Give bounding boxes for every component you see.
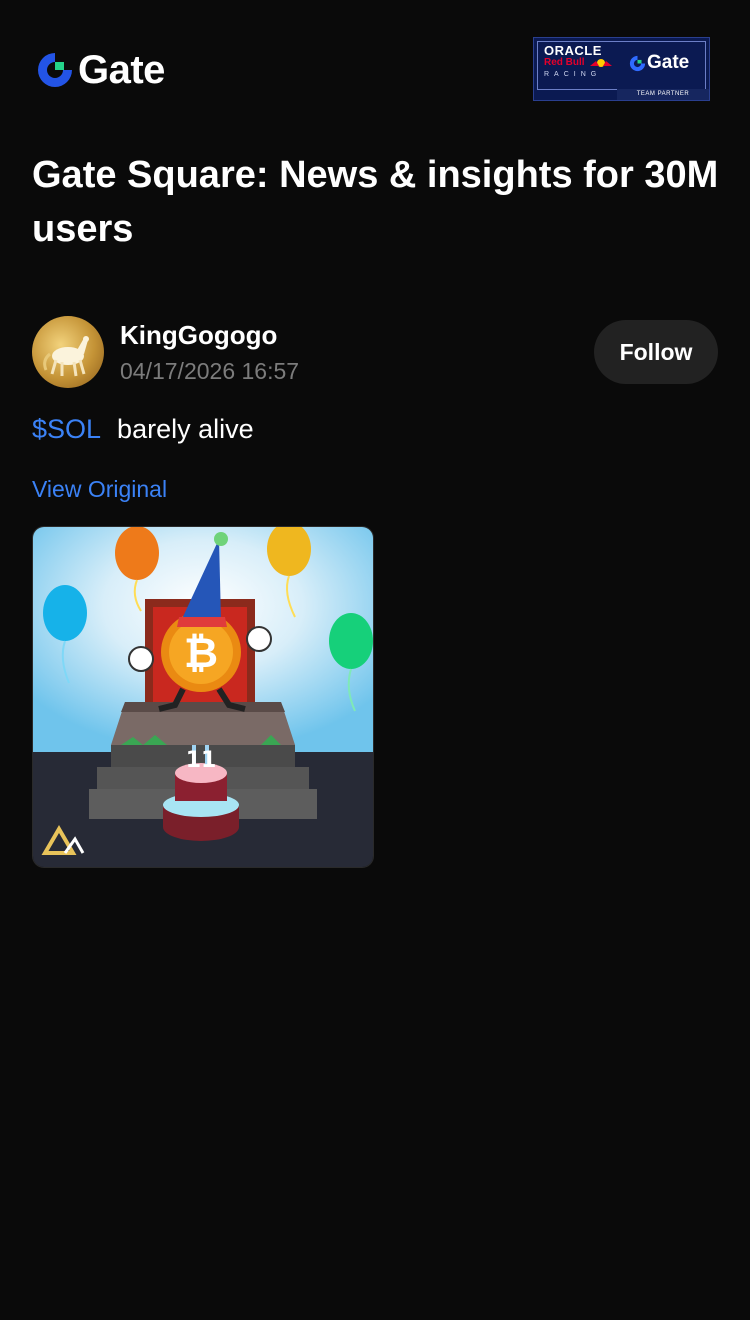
svg-text:₿: ₿ <box>184 628 218 677</box>
partner-badge[interactable]: ORACLE Red Bull RACING Gate TEAM PARTNER <box>533 37 710 101</box>
header: Gate ORACLE Red Bull RACING Gate TEAM PA… <box>0 0 750 140</box>
follow-button[interactable]: Follow <box>594 320 718 384</box>
team-partner-label: TEAM PARTNER <box>617 89 709 100</box>
redbull-text: Red Bull <box>544 57 585 68</box>
ticker-link[interactable]: $SOL <box>32 414 101 444</box>
racing-text: RACING <box>544 71 602 78</box>
bitcoin-birthday-illustration: ₿ 11 <box>33 527 373 867</box>
gate-logo-text: Gate <box>78 47 165 92</box>
redbull-bull-icon <box>590 59 612 67</box>
gate-logo-icon <box>38 53 72 87</box>
gate-logo-icon <box>629 55 646 71</box>
oracle-text: ORACLE <box>544 43 602 58</box>
cake-number: 11 <box>186 748 217 773</box>
post-image[interactable]: ₿ 11 <box>32 526 374 868</box>
gate-logo[interactable]: Gate <box>36 48 165 92</box>
view-original-link[interactable]: View Original <box>32 476 167 503</box>
partner-gate-text: Gate <box>647 52 690 73</box>
author-name[interactable]: KingGogogo <box>120 320 277 351</box>
horse-avatar-icon <box>43 336 89 377</box>
partner-gate-logo: Gate <box>629 52 689 74</box>
post-timestamp: 04/17/2026 16:57 <box>120 358 300 384</box>
avatar[interactable] <box>32 316 104 388</box>
post-text: barely alive <box>117 414 254 444</box>
post-content: $SOL barely alive <box>32 414 254 445</box>
page-title: Gate Square: News & insights for 30M use… <box>32 154 719 250</box>
